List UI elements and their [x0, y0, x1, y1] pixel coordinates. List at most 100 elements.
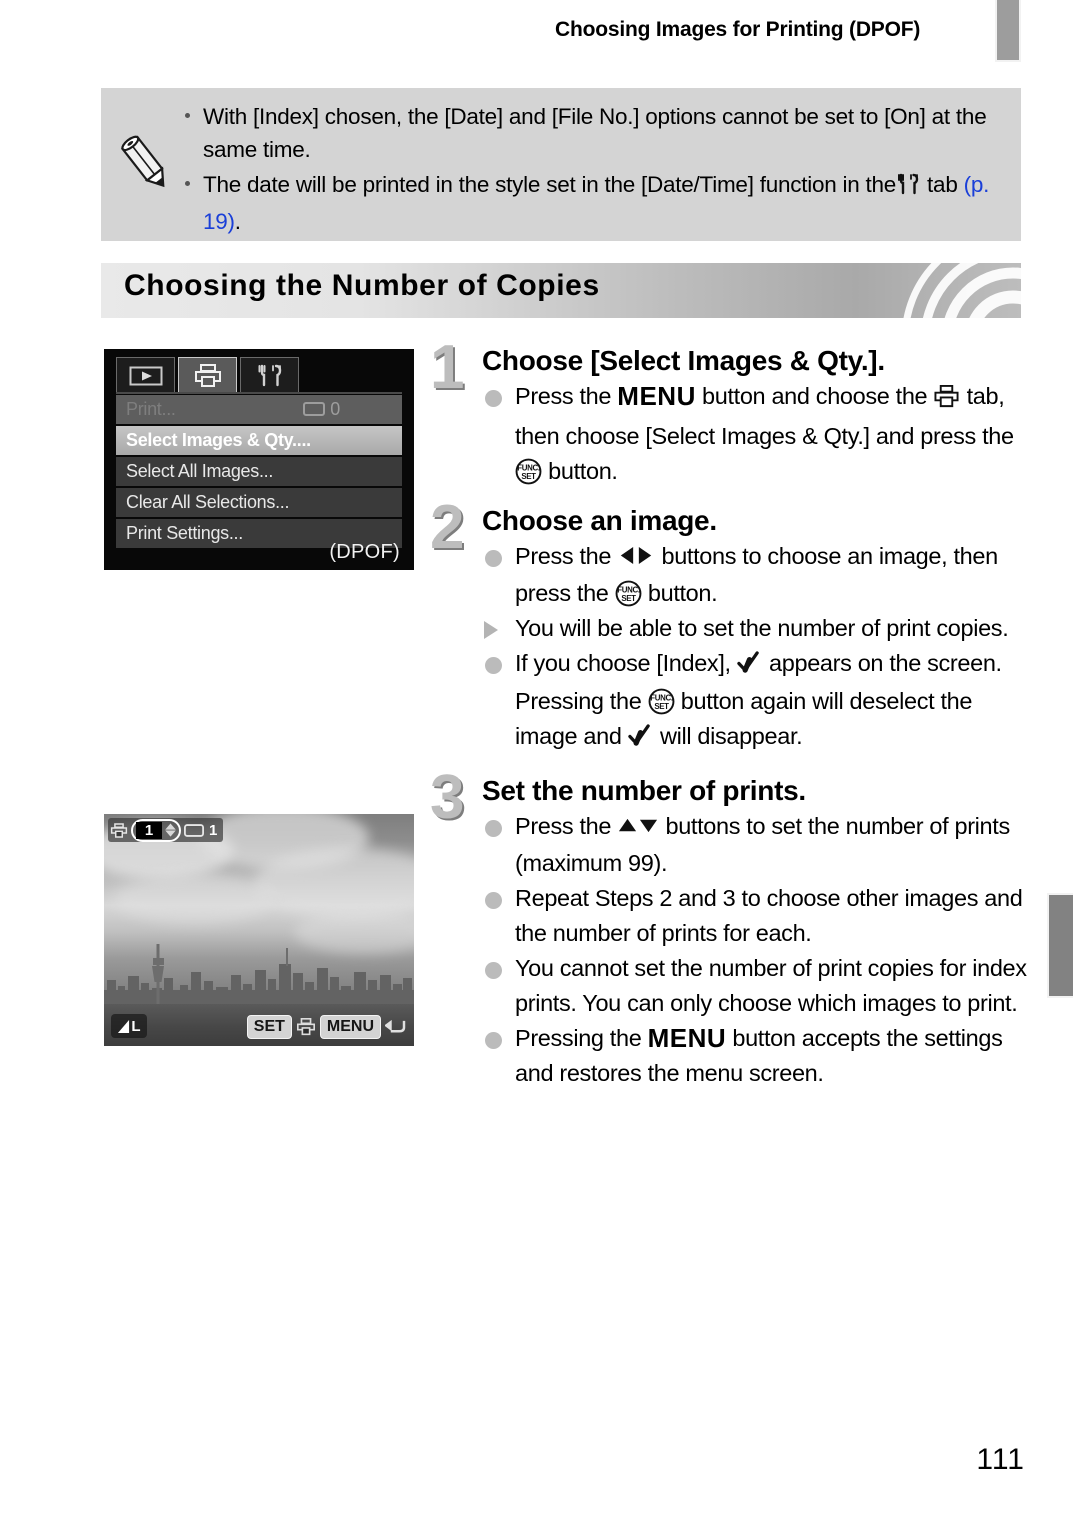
compression-icon	[118, 1019, 130, 1033]
func-set-button-icon: FUNC. SET	[515, 458, 542, 485]
menu-row-count: 0	[330, 399, 340, 419]
note-item-tail: tab	[921, 172, 964, 197]
printer-icon	[296, 1017, 315, 1035]
camera-softkey-bar: SET MENU	[246, 1014, 406, 1039]
camera-photo-screenshot: 1 1 L SET MENU	[104, 814, 414, 1046]
bullet-dot-icon	[485, 550, 502, 567]
index-count-value: 1	[209, 821, 218, 839]
image-quality-badge: L	[111, 1014, 147, 1038]
bullet-item: Repeat Steps 2 and 3 to choose other ima…	[482, 881, 1030, 951]
tools-icon	[896, 172, 921, 205]
step-title: Choose an image.	[482, 505, 717, 536]
note-item-end: .	[234, 209, 241, 234]
printer-icon	[110, 822, 128, 838]
svg-text:FUNC.: FUNC.	[517, 464, 540, 473]
note-box: With [Index] chosen, the [Date] and [Fil…	[101, 88, 1021, 241]
camera-menu-list: Print... 0 Select Images & Qty.... Selec…	[116, 395, 402, 550]
menu-button-glyph: MENU	[617, 381, 696, 411]
page-number: 111	[976, 1443, 1025, 1476]
step-title: Choose [Select Images & Qty.].	[482, 345, 885, 376]
printer-icon	[194, 363, 221, 387]
up-down-arrows-icon	[164, 823, 177, 837]
page-header: Choosing Images for Printing (DPOF)	[0, 0, 1080, 62]
bullet-dot-icon	[185, 181, 190, 186]
svg-text:SET: SET	[621, 594, 636, 603]
bullet-dot-icon	[485, 820, 502, 837]
step-body: Press the buttons to choose an image, th…	[482, 539, 1030, 757]
step-number: 1	[430, 333, 465, 402]
playback-tab[interactable]	[116, 357, 175, 393]
print-tab[interactable]	[178, 357, 237, 393]
func-set-button-icon: FUNC. SET	[615, 580, 642, 607]
quantity-stepper[interactable]: 1	[131, 818, 181, 842]
step-title: Set the number of prints.	[482, 775, 806, 806]
settings-tab[interactable]	[240, 357, 299, 393]
step-number: 2	[430, 493, 465, 562]
bullet-dot-icon	[485, 657, 502, 674]
bullet-item: You will be able to set the number of pr…	[482, 611, 1030, 646]
bullet-text: You cannot set the number of print copie…	[515, 955, 1027, 1016]
menu-row-label: Print Settings...	[126, 523, 243, 543]
bullet-item: Press the MENU button and choose the tab…	[482, 379, 1030, 489]
tabs-underline	[116, 392, 402, 394]
camera-menu-screenshot: Print... 0 Select Images & Qty.... Selec…	[104, 349, 414, 570]
bullet-text: You will be able to set the number of pr…	[515, 615, 1009, 641]
bullet-text: Press the MENU button and choose the tab…	[515, 381, 1014, 485]
bullet-dot-icon	[485, 390, 502, 407]
note-list: With [Index] chosen, the [Date] and [Fil…	[181, 100, 1007, 240]
menu-row-select-all-images[interactable]: Select All Images...	[116, 457, 402, 486]
svg-text:FUNC.: FUNC.	[650, 694, 673, 703]
cloud	[114, 874, 274, 924]
menu-row-print[interactable]: Print... 0	[116, 395, 402, 424]
bullet-item: Press the buttons to choose an image, th…	[482, 539, 1030, 611]
bullet-dot-icon	[185, 113, 190, 118]
bullet-text: If you choose [Index], appears on the sc…	[515, 650, 1002, 749]
chapter-tab-marker-side	[1047, 893, 1073, 998]
bullet-dot-icon	[485, 1032, 502, 1049]
menu-row-select-images-qty[interactable]: Select Images & Qty....	[116, 426, 402, 455]
bullet-text: Repeat Steps 2 and 3 to choose other ima…	[515, 885, 1023, 946]
checkmark-icon	[737, 649, 763, 684]
section-heading-bar: Choosing the Number of Copies	[101, 263, 1021, 318]
quality-letter: L	[131, 1017, 141, 1035]
index-screen-icon	[303, 401, 326, 416]
bullet-item: If you choose [Index], appears on the sc…	[482, 646, 1030, 757]
printer-icon	[933, 384, 960, 419]
chapter-tab-marker-top	[995, 0, 1021, 62]
note-item-text: With [Index] chosen, the [Date] and [Fil…	[203, 104, 987, 162]
menu-row-label: Select All Images...	[126, 461, 274, 481]
func-set-button-icon: FUNC. SET	[648, 688, 675, 715]
pencil-icon	[117, 130, 173, 196]
running-header-title: Choosing Images for Printing (DPOF)	[555, 18, 921, 41]
bullet-text: Pressing the MENU button accepts the set…	[515, 1023, 1003, 1086]
play-icon	[129, 366, 162, 385]
svg-text:SET: SET	[521, 472, 536, 481]
menu-key[interactable]: MENU	[319, 1014, 381, 1039]
city-skyline	[104, 944, 414, 1006]
index-screen-icon	[184, 823, 204, 837]
step-body: Press the buttons to set the number of p…	[482, 809, 1030, 1091]
bullet-text: Press the buttons to set the number of p…	[515, 813, 1010, 876]
print-quantity-value: 1	[136, 821, 162, 839]
menu-row-label: Select Images & Qty....	[126, 430, 311, 450]
camera-menu-tabs	[116, 357, 299, 393]
svg-text:SET: SET	[654, 702, 669, 711]
set-key[interactable]: SET	[246, 1014, 292, 1039]
bullet-item: You cannot set the number of print copie…	[482, 951, 1030, 1021]
result-triangle-icon	[484, 621, 498, 639]
section-title: Choosing the Number of Copies	[124, 269, 600, 302]
menu-row-clear-all-selections[interactable]: Clear All Selections...	[116, 488, 402, 517]
steps-column: 1 Choose [Select Images & Qty.]. Press t…	[430, 337, 1030, 1095]
step-number: 3	[430, 763, 465, 832]
menu-button-glyph: MENU	[647, 1023, 727, 1053]
bullet-text: Press the buttons to choose an image, th…	[515, 541, 998, 607]
left-right-arrows-icon	[617, 541, 655, 576]
bullet-dot-icon	[485, 892, 502, 909]
decorative-arcs	[885, 263, 1021, 318]
step-3: 3 Set the number of prints. Press the bu…	[430, 767, 1030, 1091]
step-2: 2 Choose an image. Press the buttons to …	[430, 497, 1030, 757]
step-body: Press the MENU button and choose the tab…	[482, 379, 1030, 489]
up-down-arrows-icon	[617, 811, 659, 846]
bullet-item: Pressing the MENU button accepts the set…	[482, 1021, 1030, 1091]
checkmark-icon	[628, 722, 654, 757]
